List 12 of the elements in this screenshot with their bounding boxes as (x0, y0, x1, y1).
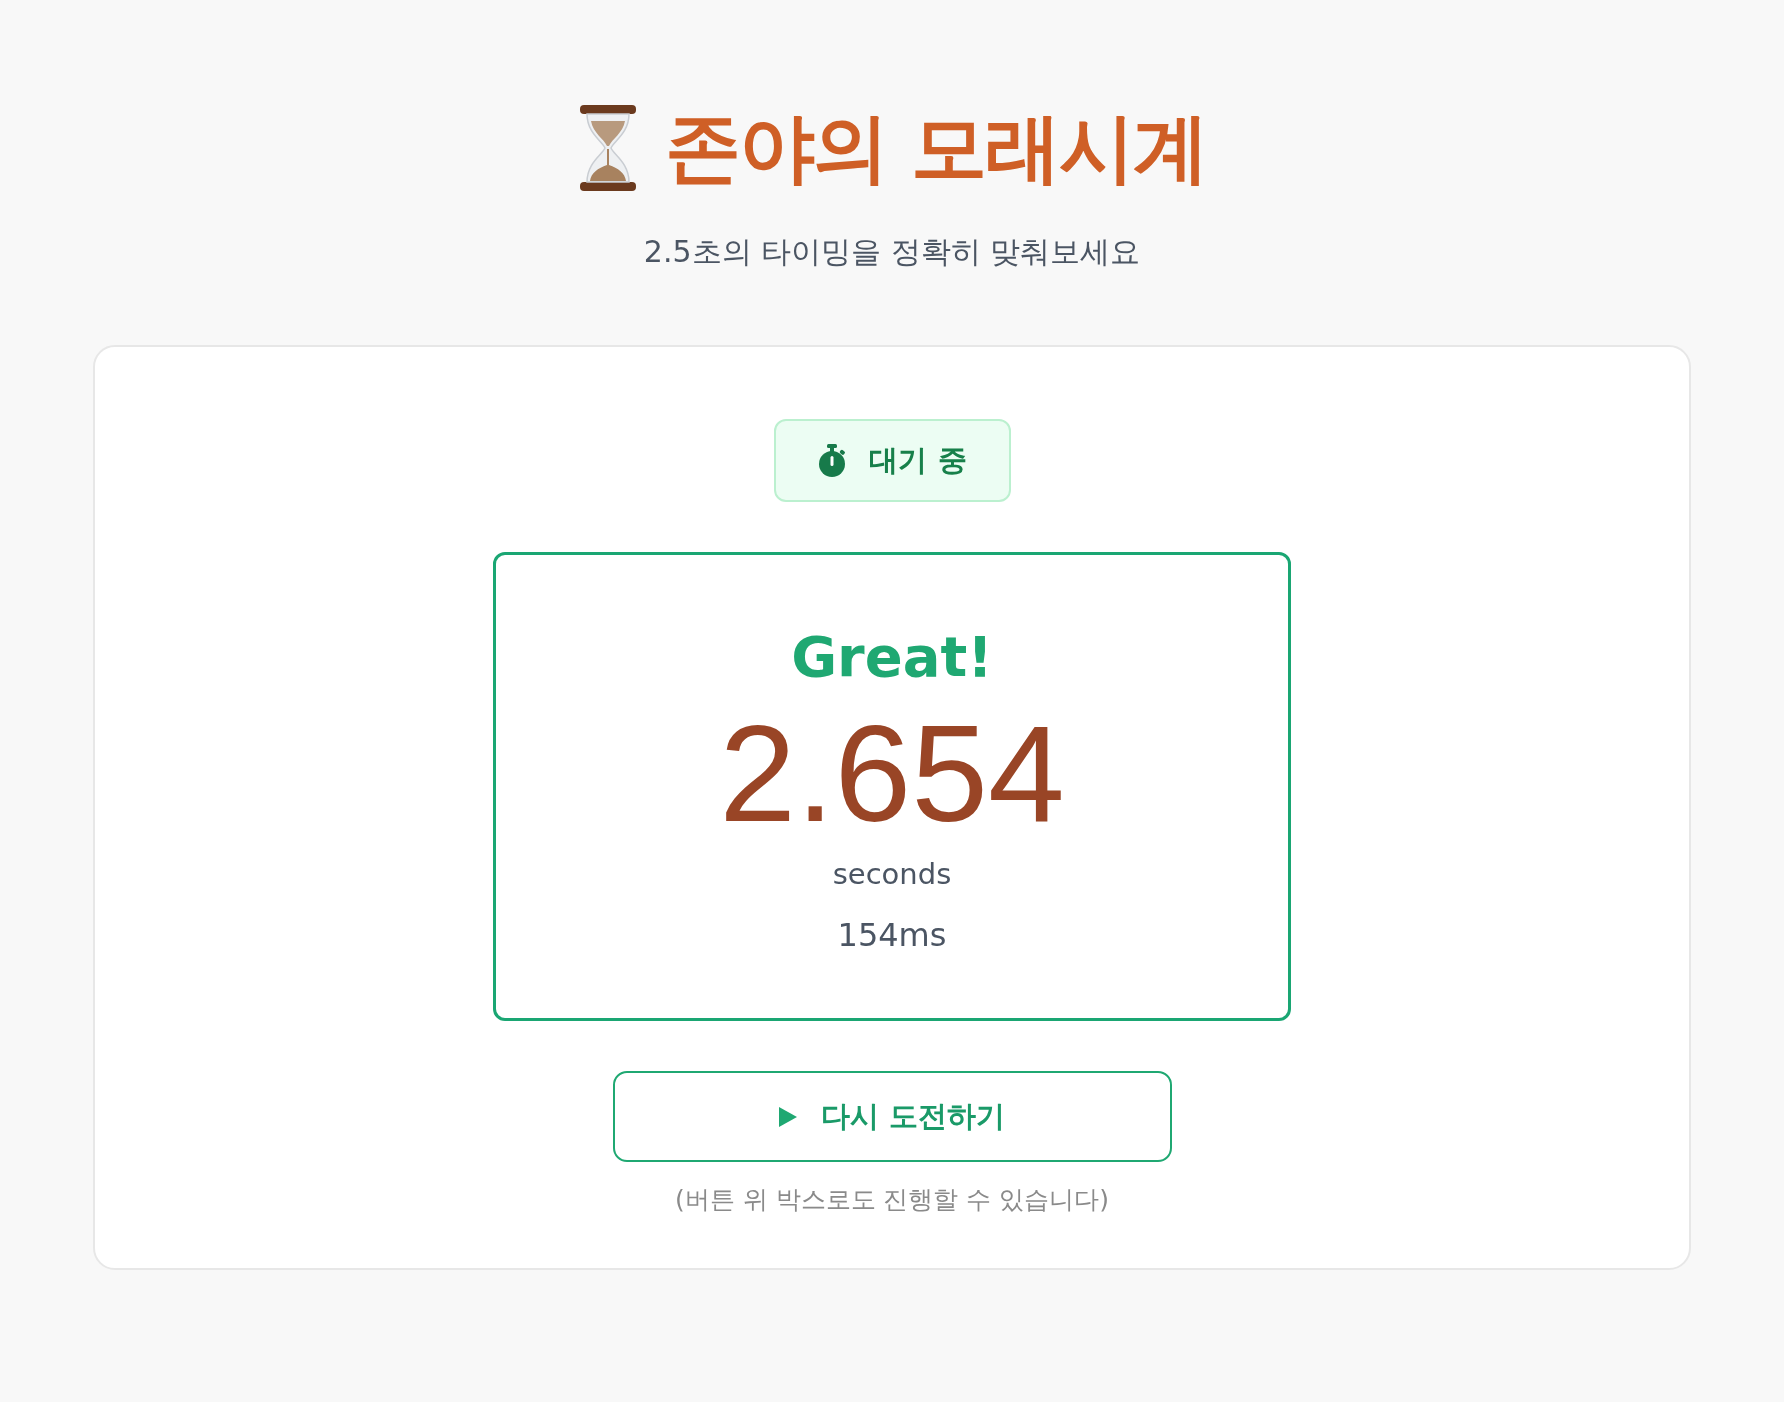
result-time: 2.654 (719, 703, 1065, 843)
result-rating: Great! (791, 623, 993, 691)
stopwatch-icon (817, 443, 848, 478)
retry-button[interactable]: 다시 도전하기 (612, 1071, 1172, 1162)
time-offset: 154ms (837, 915, 947, 955)
result-panel[interactable]: Great! 2.654 seconds 154ms (493, 552, 1291, 1021)
page-title: 존야의 모래시계 (664, 102, 1208, 194)
hint-text: (버튼 위 박스로도 진행할 수 있습니다) (674, 1184, 1110, 1216)
play-icon (778, 1106, 797, 1127)
status-label: 대기 중 (869, 441, 967, 479)
time-unit: seconds (832, 856, 952, 893)
page-subtitle: 2.5초의 타이밍을 정확히 맞춰보세요 (643, 233, 1141, 271)
